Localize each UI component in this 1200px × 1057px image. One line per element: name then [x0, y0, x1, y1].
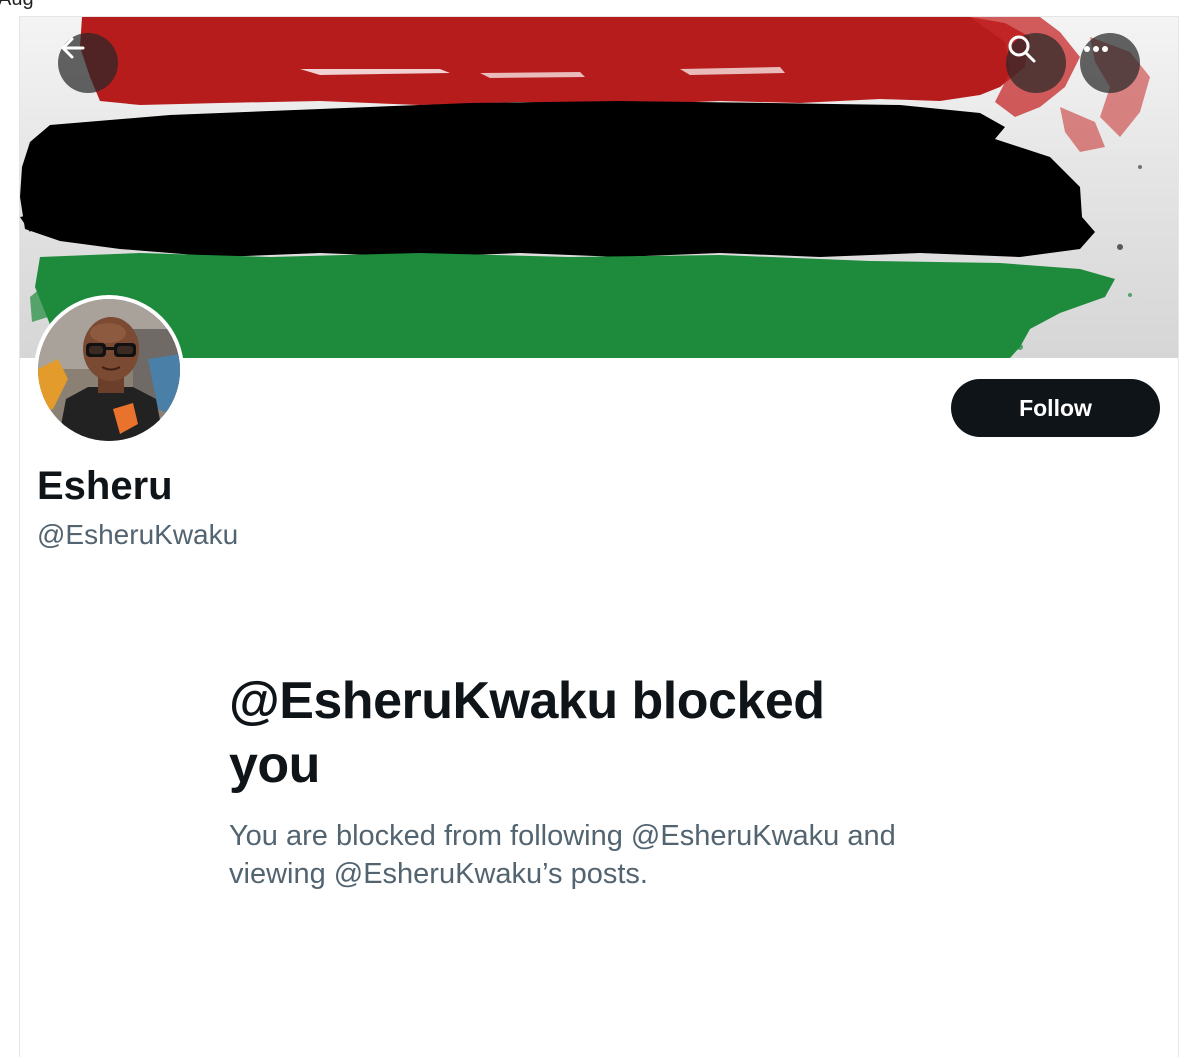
blocked-title: @EsheruKwaku blocked you: [229, 672, 825, 794]
profile-avatar[interactable]: [34, 295, 184, 445]
follow-button[interactable]: Follow: [951, 379, 1160, 437]
profile-banner: [20, 17, 1178, 358]
profile-handle: @EsheruKwaku: [37, 519, 239, 550]
search-button[interactable]: [1006, 33, 1066, 93]
display-name: Esheru: [37, 464, 173, 508]
more-horizontal-icon: [1084, 46, 1108, 52]
blocked-description: You are blocked from following @EsheruKw…: [229, 820, 896, 890]
search-icon: [1008, 35, 1036, 63]
arrow-left-icon: [61, 37, 85, 59]
more-button[interactable]: [1080, 33, 1140, 93]
avatar-portrait-graphic: [38, 299, 180, 441]
avatar-photo: [38, 299, 180, 441]
back-button[interactable]: [58, 33, 118, 93]
profile-page: Follow Esheru @EsheruKwaku @EsheruKwaku …: [19, 16, 1179, 1057]
banner-flag-graphic: [20, 17, 1150, 358]
top-crop: Aug: [0, 0, 1200, 16]
top-crop-text: Aug: [0, 0, 34, 11]
